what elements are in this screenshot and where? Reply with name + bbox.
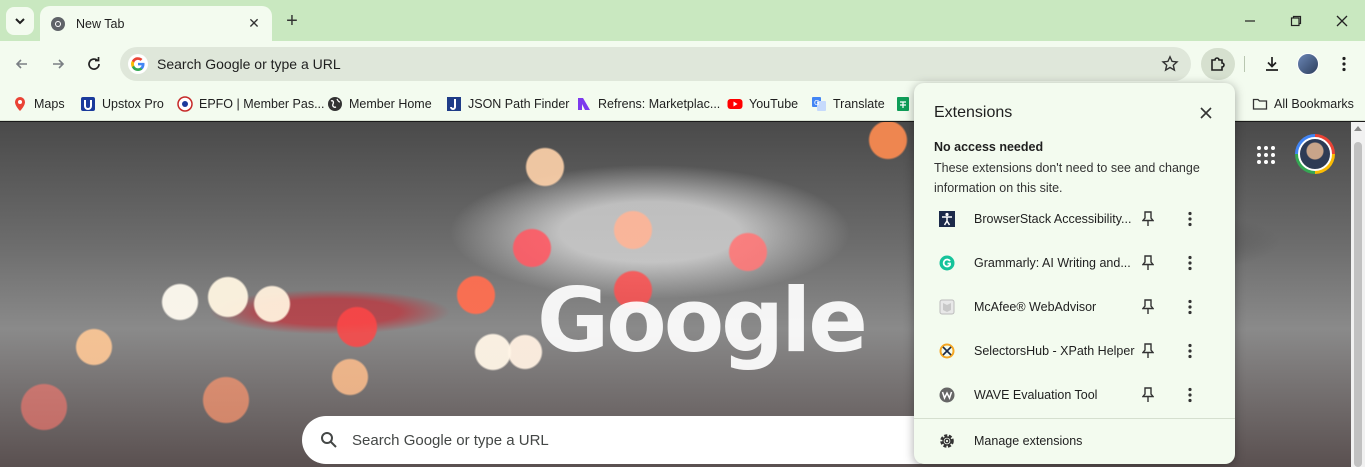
avatar [1297,53,1319,75]
kebab-menu-icon [1342,56,1346,72]
bookmark-json-path-finder[interactable]: JSON Path Finder [446,93,569,115]
back-button[interactable] [8,50,36,78]
google-g-icon [128,54,148,74]
svg-text:G: G [814,99,819,107]
kebab-menu-icon[interactable] [1182,386,1198,404]
title-bar: New Tab ✕ + [0,0,1365,41]
bookmark-maps[interactable]: Maps [12,93,65,115]
divider [914,418,1235,419]
kebab-menu-icon[interactable] [1182,298,1198,316]
close-window-button[interactable] [1319,0,1365,41]
all-bookmarks[interactable]: All Bookmarks [1252,93,1354,115]
restore-button[interactable] [1273,0,1319,41]
search-icon [321,432,337,448]
reload-button[interactable] [80,50,108,78]
forward-button[interactable] [44,50,72,78]
toolbar-separator [1244,56,1245,72]
tab-title: New Tab [76,16,125,31]
youtube-icon [727,99,743,109]
epfo-icon [177,96,193,112]
restore-icon [1290,15,1302,26]
toolbar: Search Google or type a URL [0,41,1365,87]
gear-icon [940,434,954,448]
omnibox-text: Search Google or type a URL [157,56,341,72]
pin-icon[interactable] [1140,254,1156,272]
tab-new-tab[interactable]: New Tab ✕ [40,6,272,41]
account-avatar[interactable] [1295,134,1335,174]
bookmark-upstox[interactable]: Upstox Pro [80,93,164,115]
profile-button[interactable] [1294,50,1322,78]
ntp-search-placeholder: Search Google or type a URL [352,431,549,449]
kebab-menu-icon[interactable] [1182,342,1198,360]
extension-item[interactable]: BrowserStack Accessibility... [914,197,1235,241]
bookmark-translate[interactable]: G Translate [811,93,885,115]
extensions-panel-close-button[interactable] [1196,103,1216,123]
extension-item[interactable]: SelectorsHub - XPath Helper [914,329,1235,373]
bookmark-youtube[interactable]: YouTube [727,93,798,115]
extensions-panel: Extensions No access needed These extens… [914,83,1235,464]
ntp-search-box[interactable]: Search Google or type a URL [302,416,942,464]
apps-grid-icon[interactable] [1256,145,1276,165]
section-description: These extensions don't need to see and c… [934,161,1200,195]
menu-button[interactable] [1330,50,1358,78]
reload-icon [88,57,100,70]
extensions-panel-title: Extensions [934,104,1013,121]
omnibox[interactable]: Search Google or type a URL [120,47,1191,81]
extensions-button[interactable] [1201,48,1235,80]
section-title: No access needed [934,140,1044,154]
extension-item[interactable]: McAfee® WebAdvisor [914,285,1235,329]
sheets-icon [897,97,909,111]
refrens-icon [578,98,590,110]
close-icon [1336,15,1348,26]
scroll-up-arrow-icon[interactable] [1354,126,1362,131]
pin-icon[interactable] [1140,342,1156,360]
minimize-button[interactable] [1227,0,1273,41]
pin-icon[interactable] [1140,210,1156,228]
star-icon[interactable] [1161,55,1179,73]
close-icon [1200,107,1212,119]
chrome-icon [51,16,65,31]
upstox-icon [81,97,95,111]
mcafee-icon [938,298,956,316]
tab-search-button[interactable] [6,7,34,35]
arrow-left-icon [15,59,27,69]
google-logo: Google [537,269,868,372]
translate-icon: G [812,97,826,111]
selectorshub-icon [938,342,956,360]
folder-icon [1252,98,1268,110]
bookmark-refrens[interactable]: Refrens: Marketplac... [576,93,720,115]
grammarly-icon [938,254,956,272]
minimize-icon [1245,19,1255,22]
puzzle-icon [1211,57,1225,71]
scrollbar-thumb[interactable] [1354,142,1362,467]
new-tab-button[interactable]: + [280,9,304,33]
browserstack-icon [938,210,956,228]
download-icon [1266,57,1278,71]
pin-icon[interactable] [1140,298,1156,316]
extension-item[interactable]: WAVE Evaluation Tool [914,373,1235,417]
kebab-menu-icon[interactable] [1182,210,1198,228]
pin-icon[interactable] [1140,386,1156,404]
downloads-button[interactable] [1258,50,1286,78]
tab-close-button[interactable]: ✕ [246,15,262,32]
manage-extensions-button[interactable]: Manage extensions [914,421,1235,461]
arrow-right-icon [53,59,65,69]
bookmark-member-home[interactable]: Member Home [327,93,432,115]
maps-icon [15,97,25,111]
wave-icon [938,386,956,404]
page-scrollbar[interactable] [1351,122,1365,467]
bookmark-epfo[interactable]: EPFO | Member Pas... [177,93,325,115]
chevron-down-icon [15,18,25,25]
kebab-menu-icon[interactable] [1182,254,1198,272]
json-icon [447,97,461,111]
globe-icon [328,97,342,111]
extension-item[interactable]: Grammarly: AI Writing and... [914,241,1235,285]
